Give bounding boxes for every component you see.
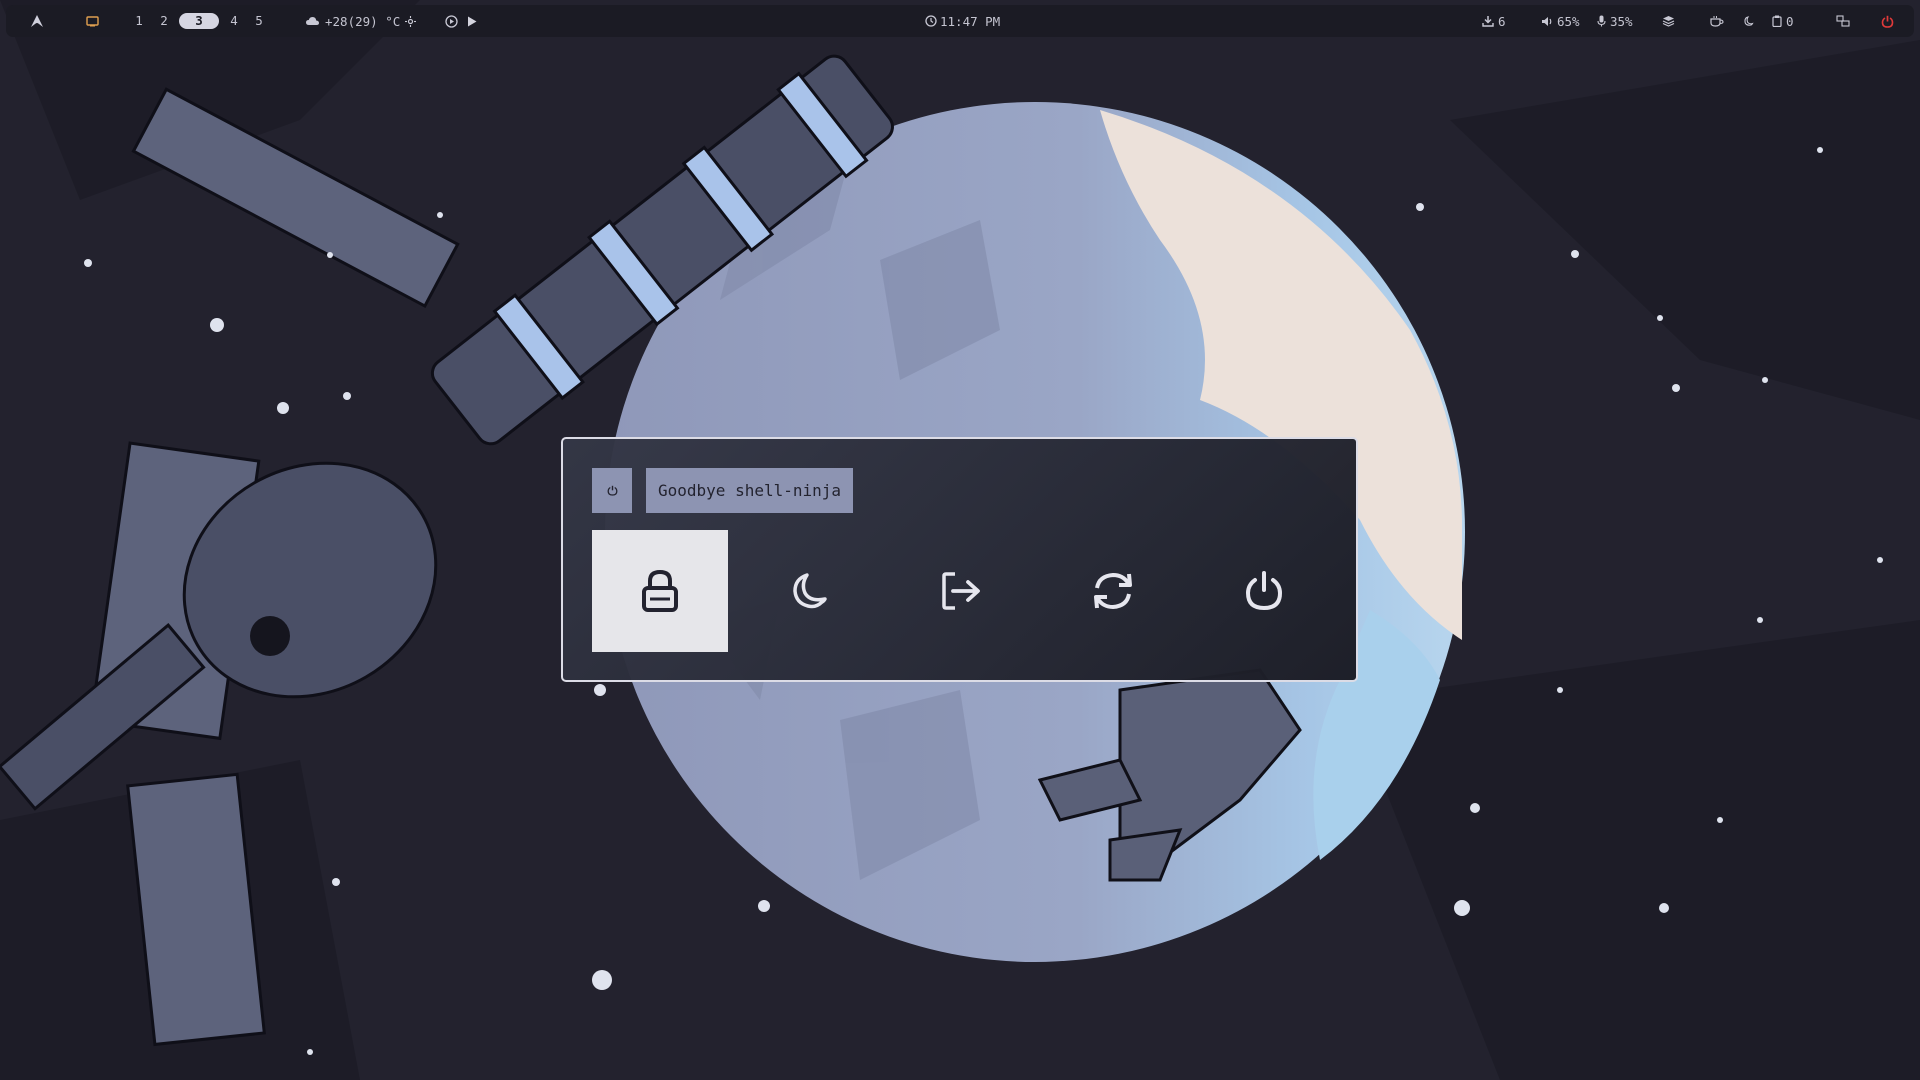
power-menu-icon-box bbox=[592, 468, 632, 513]
workspace-4[interactable]: 4 bbox=[224, 13, 244, 29]
moon-icon bbox=[791, 571, 831, 611]
download-icon bbox=[1482, 15, 1494, 27]
sun-icon bbox=[405, 15, 417, 27]
suspend-option[interactable] bbox=[743, 530, 879, 652]
window-icon bbox=[86, 15, 99, 27]
clipboard-count: 0 bbox=[1786, 13, 1794, 29]
workspace-5[interactable]: 5 bbox=[249, 13, 269, 29]
window-indicator[interactable] bbox=[86, 5, 99, 37]
lock-option[interactable] bbox=[592, 530, 728, 652]
logout-icon bbox=[941, 571, 983, 611]
reboot-option[interactable] bbox=[1045, 530, 1181, 652]
power-button[interactable] bbox=[1881, 5, 1894, 37]
speaker-icon bbox=[1541, 16, 1553, 27]
layers-button[interactable] bbox=[1662, 5, 1675, 37]
reboot-icon bbox=[1090, 570, 1136, 612]
clipboard-widget[interactable]: 0 bbox=[1772, 5, 1794, 37]
monitor-layout-icon bbox=[1836, 15, 1850, 27]
coffee-icon bbox=[1710, 15, 1724, 27]
volume-widget[interactable]: 65% bbox=[1541, 5, 1580, 37]
launcher-button[interactable] bbox=[30, 5, 44, 37]
media-controls bbox=[445, 5, 477, 37]
power-menu-options bbox=[592, 530, 1332, 652]
clock-text: 11:47 PM bbox=[940, 13, 1001, 29]
mic-widget[interactable]: 35% bbox=[1597, 5, 1633, 37]
lock-icon bbox=[640, 569, 680, 613]
arch-logo-icon bbox=[30, 14, 44, 28]
power-menu: Goodbye shell-ninja bbox=[561, 437, 1358, 682]
workspace-2[interactable]: 2 bbox=[154, 13, 174, 29]
clock-widget[interactable]: 11:47 PM bbox=[925, 5, 1000, 37]
clipboard-icon bbox=[1772, 15, 1782, 27]
power-menu-title: Goodbye shell-ninja bbox=[646, 468, 854, 513]
top-bar: 1 2 3 4 5 +28(29) °C 11:47 PM 6 65% 35% … bbox=[6, 5, 1914, 37]
logout-option[interactable] bbox=[894, 530, 1030, 652]
idle-inhibitor[interactable] bbox=[1710, 5, 1724, 37]
volume-value: 65% bbox=[1557, 13, 1580, 29]
power-icon bbox=[607, 481, 618, 500]
shutdown-option[interactable] bbox=[1196, 530, 1332, 652]
microphone-icon bbox=[1597, 15, 1606, 27]
clock-icon bbox=[925, 15, 937, 27]
updates-widget[interactable]: 6 bbox=[1482, 5, 1506, 37]
layers-icon bbox=[1662, 15, 1675, 27]
power-icon bbox=[1881, 15, 1894, 28]
cloud-icon bbox=[305, 16, 320, 26]
mic-value: 35% bbox=[1610, 13, 1633, 29]
display-layout-button[interactable] bbox=[1836, 5, 1850, 37]
weather-widget[interactable]: +28(29) °C bbox=[305, 5, 417, 37]
moon-icon bbox=[1743, 15, 1754, 27]
night-mode-toggle[interactable] bbox=[1743, 5, 1754, 37]
weather-text: +28(29) °C bbox=[325, 13, 401, 29]
workspace-3-active[interactable]: 3 bbox=[179, 13, 219, 29]
play-icon[interactable] bbox=[467, 16, 477, 27]
power-menu-header: Goodbye shell-ninja bbox=[592, 468, 854, 513]
power-icon bbox=[1244, 570, 1284, 612]
media-circle-play-icon[interactable] bbox=[445, 14, 458, 28]
workspace-1[interactable]: 1 bbox=[129, 13, 149, 29]
updates-count: 6 bbox=[1498, 13, 1506, 29]
